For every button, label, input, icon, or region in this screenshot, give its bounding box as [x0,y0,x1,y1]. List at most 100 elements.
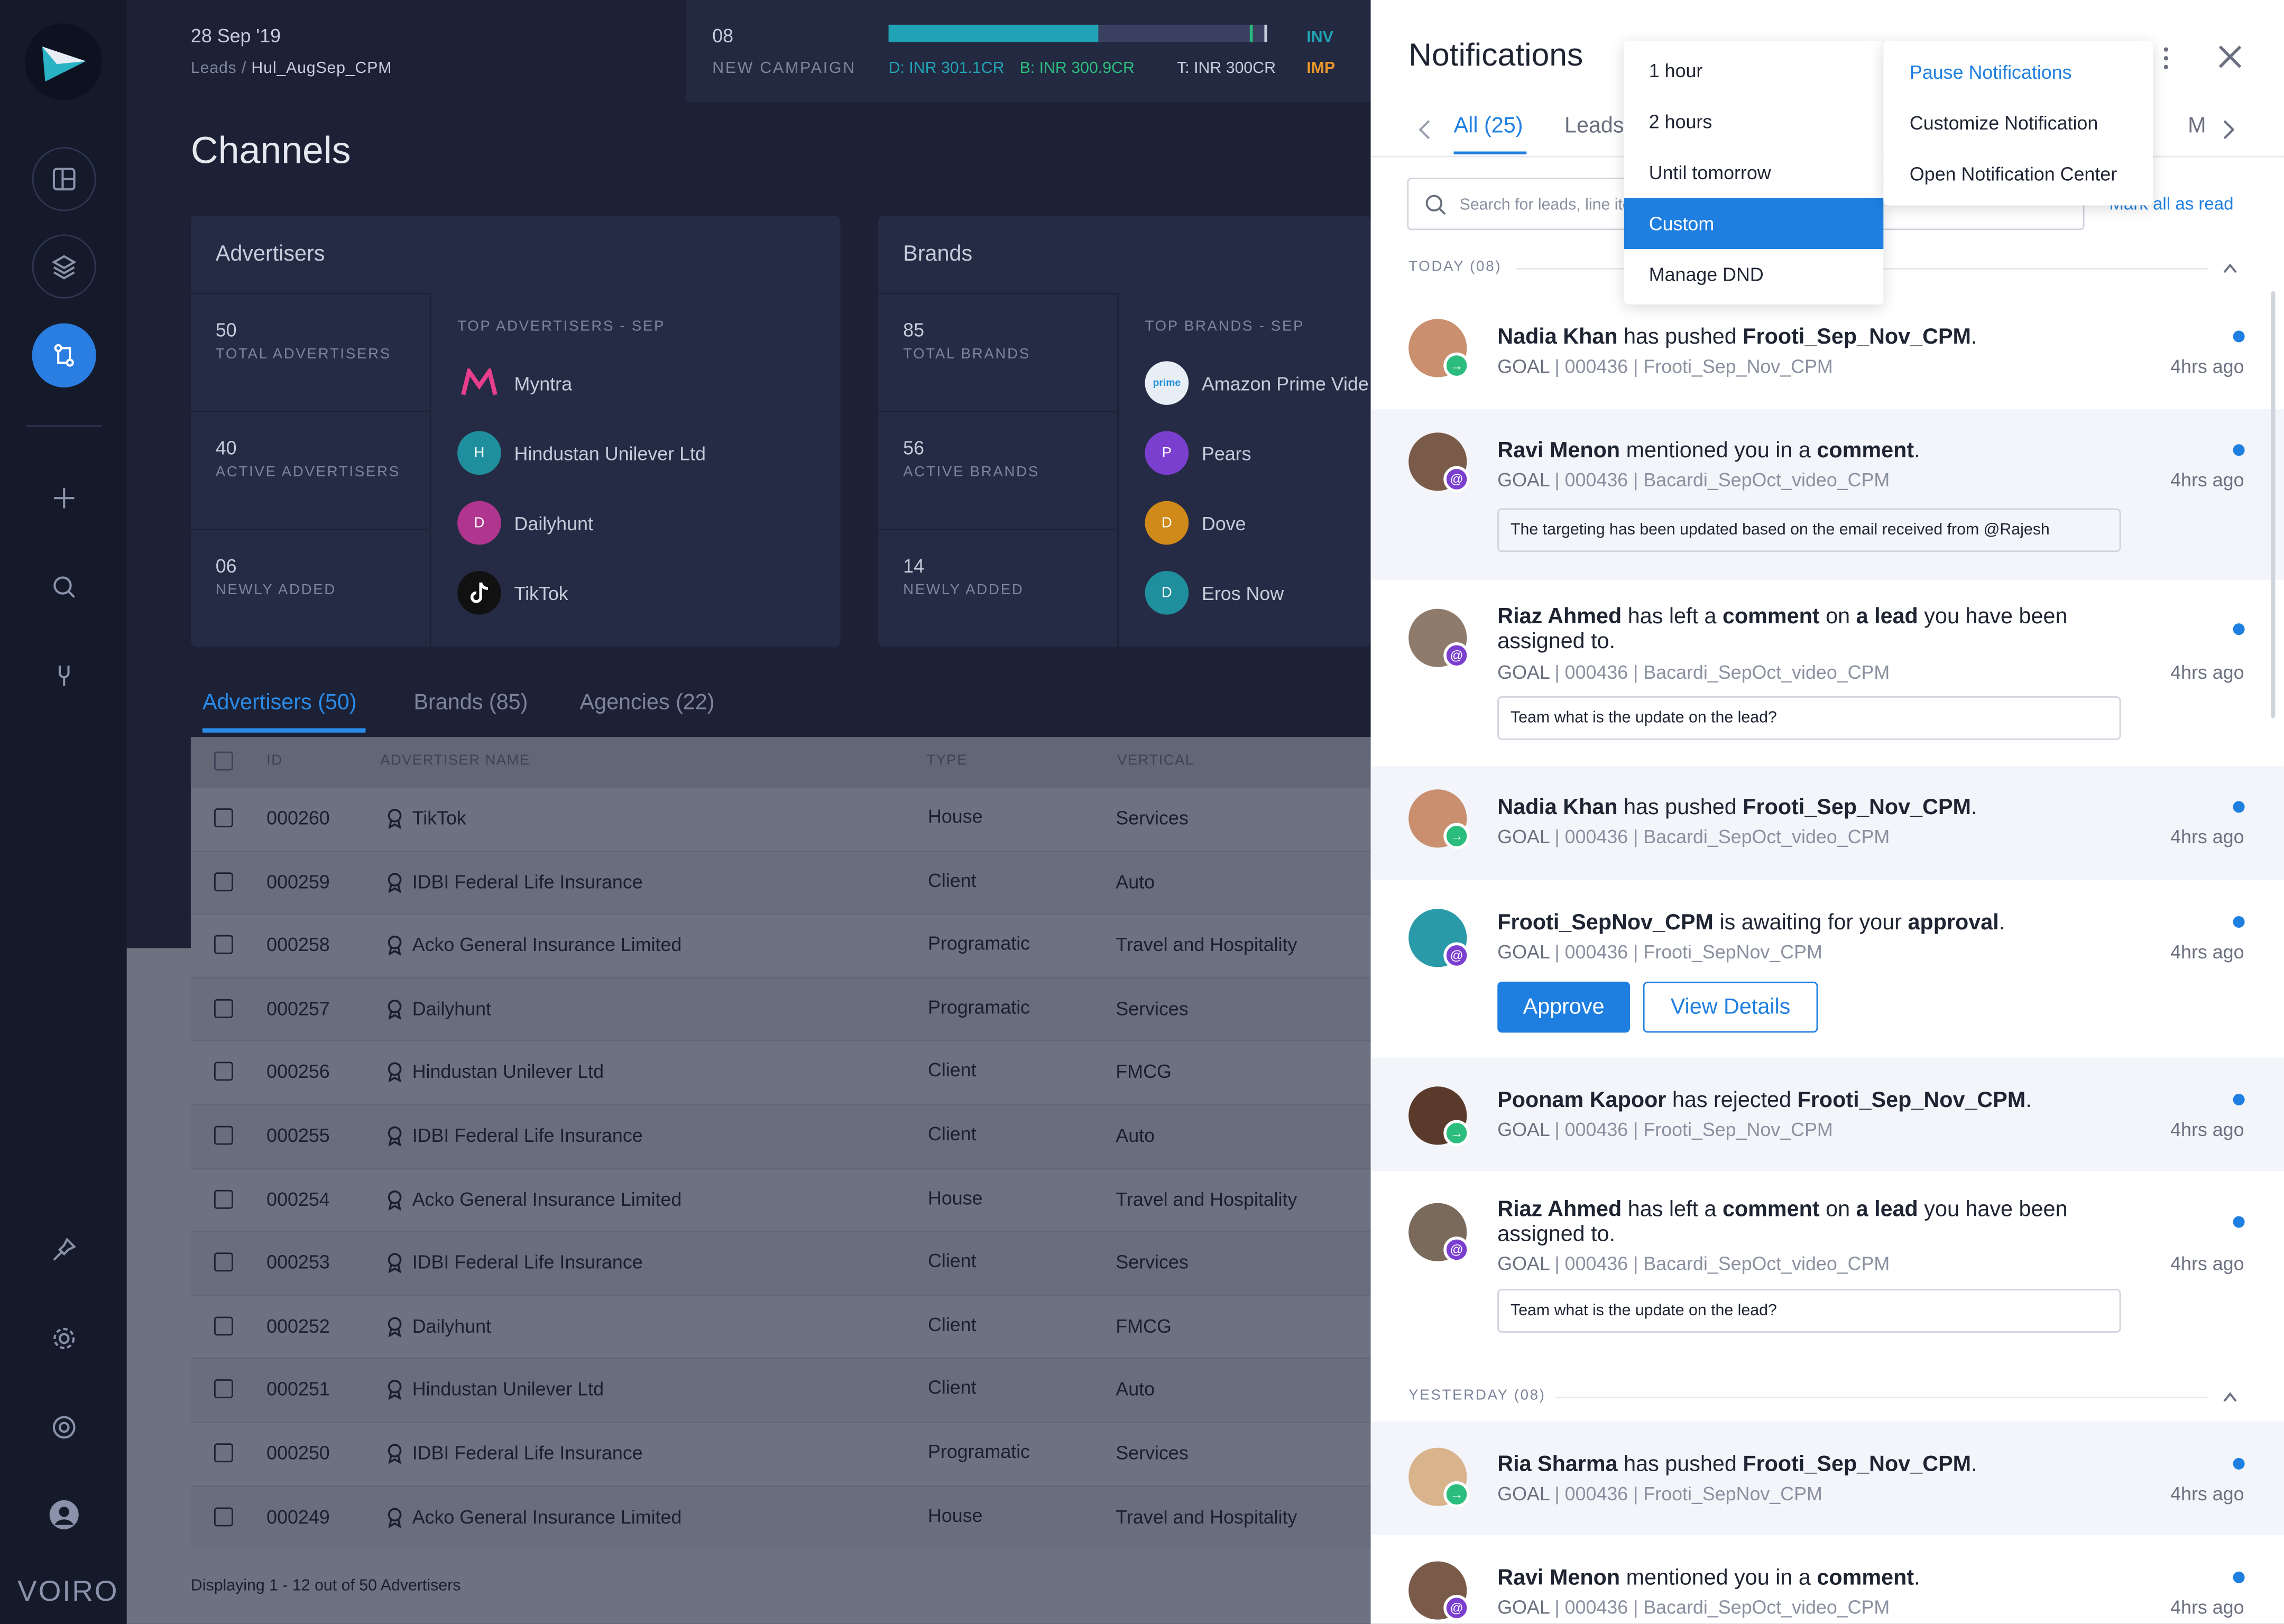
unread-dot[interactable] [2233,801,2245,813]
chevron-right-icon[interactable] [2222,119,2236,140]
row-checkbox[interactable] [214,1125,233,1145]
snooze-option-1-hour[interactable]: 1 hour [1624,45,1883,96]
notification-object[interactable]: Frooti_Sep_Nov_CPM [1798,1088,2026,1113]
table-row[interactable]: 000253 IDBI Federal Life Insurance Client S… [190,1231,1371,1295]
notification-object-2[interactable]: a lead [1856,604,1918,629]
top-brand-amazon-prime[interactable]: prime Amazon Prime Vide [1145,361,1369,405]
unread-dot[interactable] [2233,1216,2245,1228]
notification-actor[interactable]: Ravi Menon [1497,1566,1620,1591]
row-checkbox[interactable] [214,1062,233,1082]
row-checkbox[interactable] [214,1316,233,1335]
cell-advertiser-name[interactable]: IDBI Federal Life Insurance [412,870,643,892]
notification-object[interactable]: Frooti_Sep_Nov_CPM [1743,325,1971,349]
row-checkbox[interactable] [214,1189,233,1208]
more-options-icon[interactable] [2157,44,2175,73]
comment-preview[interactable]: Team what is the update on the lead? [1497,696,2121,740]
help-icon[interactable] [48,1411,80,1444]
table-row[interactable]: 000251 Hindustan Unilever Ltd Client Auto [190,1358,1371,1422]
row-checkbox[interactable] [214,999,233,1018]
comment-preview[interactable]: Team what is the update on the lead? [1497,1289,2121,1333]
breadcrumb-root[interactable]: Leads [191,60,237,77]
snooze-option-custom[interactable]: Custom [1624,198,1884,250]
notification-item[interactable]: @ Riaz Ahmed has left a comment on a lead… [1371,580,2284,767]
unread-dot[interactable] [2233,444,2245,456]
row-checkbox[interactable] [214,808,233,827]
stat-total-brands[interactable]: 85 TOTAL BRANDS [878,292,1119,411]
customize-notification-item[interactable]: Customize Notification [1910,112,2098,134]
cell-advertiser-name[interactable]: TikTok [412,807,466,828]
collapse-yesterday-icon[interactable] [2223,1391,2237,1402]
tab-brands[interactable]: Brands (85) [413,690,528,715]
table-row[interactable]: 000257 Dailyhunt Programatic Services [190,977,1371,1041]
user-avatar-icon[interactable] [48,1499,80,1531]
notification-actor[interactable]: Frooti_SepNov_CPM [1497,910,1714,935]
stat-total-advertisers[interactable]: 50 TOTAL ADVERTISERS [190,292,431,411]
column-id[interactable]: ID [266,753,282,769]
table-row[interactable]: 000259 IDBI Federal Life Insurance Client A… [190,850,1371,914]
notification-actor[interactable]: Nadia Khan [1497,325,1617,349]
snooze-option-2-hours[interactable]: 2 hours [1624,96,1883,147]
row-checkbox[interactable] [214,872,233,891]
add-icon[interactable] [48,482,80,514]
stat-newly-added-brands[interactable]: 14 NEWLY ADDED [878,529,1119,647]
row-checkbox[interactable] [214,1443,233,1463]
cell-advertiser-name[interactable]: Dailyhunt [412,998,491,1019]
layers-button[interactable] [32,234,96,299]
unread-dot[interactable] [2233,916,2245,928]
cell-advertiser-name[interactable]: Acko General Insurance Limited [412,934,682,956]
row-checkbox[interactable] [214,1252,233,1272]
top-advertiser-tiktok[interactable]: TikTok [457,570,568,615]
close-icon[interactable] [2216,42,2245,71]
channels-button[interactable] [32,323,96,387]
notification-object[interactable]: Frooti_Sep_Nov_CPM [1743,1452,1971,1477]
top-brand-dove[interactable]: D Dove [1145,501,1246,545]
tab-leads[interactable]: Leads [1564,114,1624,139]
tab-all[interactable]: All (25) [1454,114,1523,139]
tab-advertisers[interactable]: Advertisers (50) [202,690,357,715]
notification-item[interactable]: → Nadia Khan has pushed Frooti_Sep_Nov_CP… [1371,296,2284,409]
cell-advertiser-name[interactable]: Acko General Insurance Limited [412,1188,682,1210]
tab-more[interactable]: M [2188,114,2206,139]
view-details-button[interactable]: View Details [1643,981,1818,1033]
unread-dot[interactable] [2233,1571,2245,1583]
collapse-today-icon[interactable] [2223,262,2237,274]
notification-item[interactable]: → Nadia Khan has pushed Frooti_Sep_Nov_CP… [1370,766,2284,880]
comment-preview[interactable]: The targeting has been updated based on … [1497,508,2121,552]
notification-object[interactable]: comment [1817,438,1914,463]
notification-item[interactable]: @ Riaz Ahmed has left a comment on a lead… [1371,1171,2284,1358]
column-type[interactable]: TYPE [926,753,967,769]
stat-active-advertisers[interactable]: 40 ACTIVE ADVERTISERS [190,410,431,529]
notification-item[interactable]: @ Ravi Menon mentioned you in a comment. G… [1370,409,2284,580]
notification-item[interactable]: @ Frooti_SepNov_CPM is awaiting for your … [1371,880,2284,1057]
notification-actor[interactable]: Ria Sharma [1497,1452,1617,1477]
snooze-option-manage-dnd[interactable]: Manage DND [1624,249,1883,300]
pin-icon[interactable] [48,1234,80,1266]
top-advertiser-hul[interactable]: H Hindustan Unilever Ltd [457,431,706,475]
unread-dot[interactable] [2233,1094,2245,1106]
table-row[interactable]: 000258 Acko General Insurance Limited Prog… [190,913,1371,977]
row-checkbox[interactable] [214,1380,233,1399]
notification-actor[interactable]: Riaz Ahmed [1497,604,1622,629]
notification-object[interactable]: approval [1908,910,1998,935]
table-row[interactable]: 000252 Dailyhunt Client FMCG [190,1294,1371,1358]
table-row[interactable]: 000260 TikTok House Services [190,786,1371,850]
search-icon[interactable] [48,571,80,603]
notification-actor[interactable]: Nadia Khan [1497,795,1617,820]
cell-advertiser-name[interactable]: IDBI Federal Life Insurance [412,1442,643,1464]
notification-object-2[interactable]: a lead [1856,1197,1918,1222]
notification-actor[interactable]: Poonam Kapoor [1497,1088,1666,1113]
table-row[interactable]: 000249 Acko General Insurance Limited Hous… [190,1485,1371,1549]
campaign-summary[interactable]: 08 NEW CAMPAIGN D: INR 301.1CR B: INR 30… [686,0,1371,102]
top-brand-pears[interactable]: P Pears [1145,431,1251,475]
approve-button[interactable]: Approve [1497,981,1630,1033]
top-advertiser-myntra[interactable]: Myntra [457,361,572,405]
settings-icon[interactable] [48,1323,80,1355]
panel-scrollbar[interactable] [2271,291,2276,718]
notification-item[interactable]: @ Ravi Menon mentioned you in a comment. G… [1371,1535,2284,1624]
stat-newly-added-advertisers[interactable]: 06 NEWLY ADDED [190,529,431,647]
stat-active-brands[interactable]: 56 ACTIVE BRANDS [878,410,1119,529]
unread-dot[interactable] [2233,623,2245,635]
tab-agencies[interactable]: Agencies (22) [580,690,715,715]
table-row[interactable]: 000254 Acko General Insurance Limited Hous… [190,1167,1371,1231]
snooze-option-until-tomorrow[interactable]: Until tomorrow [1624,147,1883,198]
